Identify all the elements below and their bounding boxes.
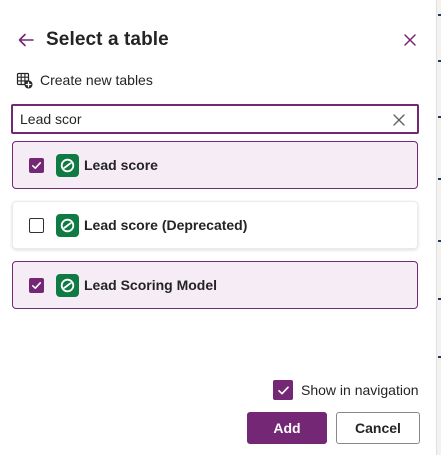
table-item-lead-scoring-model[interactable]: Lead Scoring Model xyxy=(12,261,418,309)
select-table-panel: Select a table Create new tables Lead sc… xyxy=(0,0,436,455)
cancel-button[interactable]: Cancel xyxy=(336,412,420,444)
table-item-checkbox[interactable] xyxy=(29,217,44,233)
show-in-navigation-checkbox[interactable] xyxy=(273,380,293,400)
table-item-lead-score[interactable]: Lead score xyxy=(12,141,418,189)
checkmark-icon xyxy=(277,385,289,395)
arrow-left-icon xyxy=(18,33,34,47)
add-button[interactable]: Add xyxy=(247,412,327,444)
show-in-navigation-toggle[interactable]: Show in navigation xyxy=(273,379,419,401)
close-button[interactable] xyxy=(398,28,422,52)
table-item-lead-score-deprecated[interactable]: Lead score (Deprecated) xyxy=(12,201,418,249)
search-input[interactable] xyxy=(20,111,380,127)
table-search-box[interactable] xyxy=(11,104,419,134)
checkmark-icon xyxy=(31,161,42,169)
background-page-edge xyxy=(436,0,441,455)
dataverse-icon xyxy=(56,153,79,177)
dataverse-icon xyxy=(56,213,79,237)
dataverse-icon xyxy=(56,273,79,297)
table-item-name: Lead Scoring Model xyxy=(84,277,218,293)
close-icon xyxy=(404,34,416,46)
table-add-icon xyxy=(16,72,33,88)
table-item-checkbox[interactable] xyxy=(29,277,44,293)
dismiss-icon xyxy=(393,114,405,126)
back-button[interactable] xyxy=(14,28,38,52)
panel-title: Select a table xyxy=(46,29,169,50)
clear-search-button[interactable] xyxy=(391,112,407,128)
show-in-navigation-label: Show in navigation xyxy=(301,382,419,398)
table-item-name: Lead score xyxy=(84,157,158,173)
create-new-tables-button[interactable]: Create new tables xyxy=(16,70,153,90)
panel-header: Select a table xyxy=(14,26,422,54)
table-item-name: Lead score (Deprecated) xyxy=(84,217,248,233)
checkmark-icon xyxy=(31,281,42,289)
create-new-tables-label: Create new tables xyxy=(40,72,153,88)
table-item-checkbox[interactable] xyxy=(29,157,44,173)
